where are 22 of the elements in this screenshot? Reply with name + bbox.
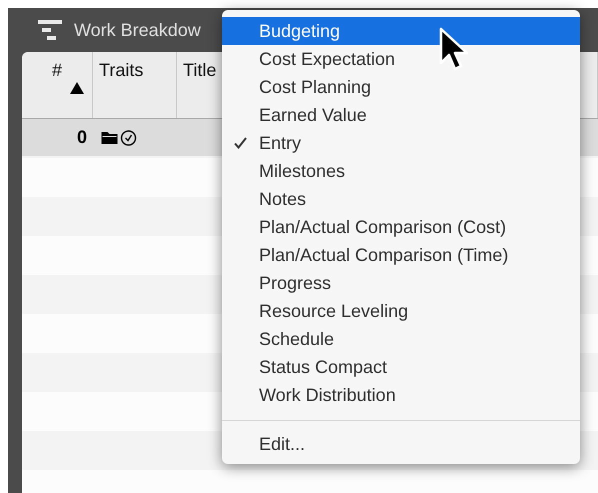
menu-item[interactable]: Resource Leveling [222,297,580,325]
menu-item[interactable]: Milestones [222,157,580,185]
menu-item[interactable]: Entry [222,129,580,157]
table-cell-text: 0 [76,127,88,148]
cursor-icon [439,27,471,73]
menu-item[interactable]: Progress [222,269,580,297]
hierarchy-icon [38,20,64,40]
menu-item[interactable]: Notes [222,185,580,213]
menu-item[interactable]: Status Compact [222,353,580,381]
menu-item[interactable]: Plan/Actual Comparison (Cost) [222,213,580,241]
menu-item[interactable]: Earned Value [222,101,580,129]
menu-item[interactable]: Cost Planning [222,73,580,101]
menu-item[interactable]: Plan/Actual Comparison (Time) [222,241,580,269]
column-header[interactable]: # [22,52,93,118]
menu-item[interactable]: Schedule [222,325,580,353]
menu-item[interactable]: Edit... [222,430,580,458]
menu-item[interactable]: Work Distribution [222,381,580,409]
column-header[interactable]: Traits [93,52,177,118]
menu-item[interactable]: Cost Expectation [222,45,580,73]
menu-item[interactable]: Budgeting [222,17,580,45]
folder-icon [101,130,118,146]
window-title: Work Breakdow [74,20,201,40]
